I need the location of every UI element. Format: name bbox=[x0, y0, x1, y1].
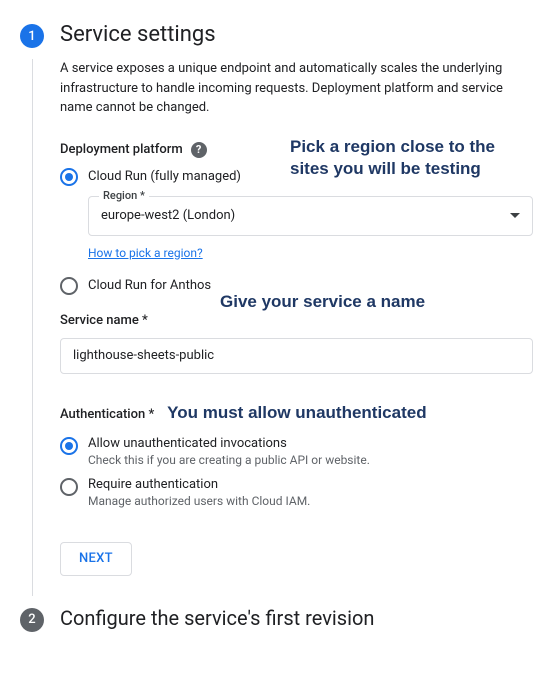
require-auth-sub: Manage authorized users with Cloud IAM. bbox=[88, 494, 310, 508]
radio-icon bbox=[60, 437, 78, 455]
region-value: europe-west2 (London) bbox=[101, 208, 235, 223]
service-name-value: lighthouse-sheets-public bbox=[73, 348, 214, 363]
region-help-link[interactable]: How to pick a region? bbox=[88, 246, 203, 260]
radio-icon bbox=[60, 168, 78, 186]
step-1-description: A service exposes a unique endpoint and … bbox=[60, 59, 533, 118]
step-2-title[interactable]: Configure the service's first revision bbox=[60, 606, 533, 630]
authentication-label: Authentication * bbox=[60, 407, 154, 422]
allow-unauth-sub: Check this if you are creating a public … bbox=[88, 453, 370, 467]
region-legend: Region * bbox=[99, 189, 149, 202]
annotation-authentication: You must allow unauthenticated bbox=[167, 403, 426, 422]
service-name-input[interactable]: lighthouse-sheets-public bbox=[60, 338, 533, 374]
radio-cloud-run-managed[interactable]: Cloud Run (fully managed) bbox=[60, 168, 533, 186]
radio-anthos-label: Cloud Run for Anthos bbox=[88, 278, 211, 293]
radio-cloud-run-anthos[interactable]: Cloud Run for Anthos bbox=[60, 277, 533, 295]
help-icon[interactable]: ? bbox=[191, 142, 207, 158]
require-auth-label: Require authentication bbox=[88, 477, 310, 492]
step-2-bullet: 2 bbox=[20, 608, 44, 632]
step-1-bullet: 1 bbox=[20, 24, 44, 48]
region-select[interactable]: Region * europe-west2 (London) bbox=[88, 196, 533, 236]
radio-require-auth[interactable]: Require authentication Manage authorized… bbox=[60, 477, 533, 508]
chevron-down-icon bbox=[510, 213, 520, 218]
service-name-label: Service name * bbox=[60, 313, 148, 328]
deployment-platform-label: Deployment platform bbox=[60, 142, 183, 157]
allow-unauth-label: Allow unauthenticated invocations bbox=[88, 436, 370, 451]
radio-icon bbox=[60, 277, 78, 295]
radio-icon bbox=[60, 478, 78, 496]
radio-managed-label: Cloud Run (fully managed) bbox=[88, 169, 241, 184]
step-1-title: Service settings bbox=[60, 22, 533, 47]
next-button[interactable]: NEXT bbox=[60, 542, 132, 576]
radio-allow-unauth[interactable]: Allow unauthenticated invocations Check … bbox=[60, 436, 533, 467]
